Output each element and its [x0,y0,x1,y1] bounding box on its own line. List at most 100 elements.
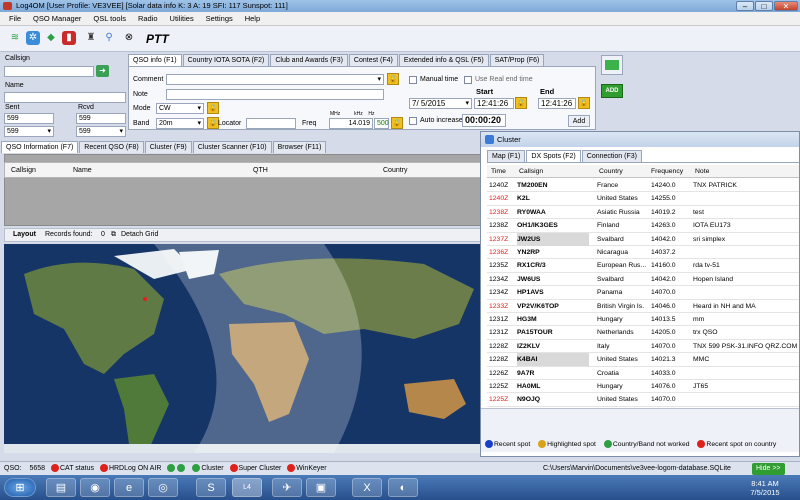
end-time-input[interactable]: 12:41:26 [538,98,576,109]
callsign-input[interactable] [4,66,94,77]
settings-icon[interactable]: ✲ [26,31,40,45]
menu-utilities[interactable]: Utilities [165,12,199,26]
spot-row[interactable]: 1234Z HP1AVS Panama 14070.0 [487,286,799,300]
col-spot-country[interactable]: Country [599,165,623,178]
sent-select[interactable]: 599 [4,126,54,137]
close-button[interactable]: ✕ [774,1,798,11]
radio-icon[interactable]: ♜ [84,31,98,45]
ptt-button[interactable]: PTT [146,31,169,47]
ie-icon[interactable]: e [114,478,144,497]
spot-row[interactable]: 1231Z HG3M Hungary 14013.5 mm [487,313,799,327]
tab-map[interactable]: Map (F1) [487,150,526,162]
menu-qsl-tools[interactable]: QSL tools [88,12,131,26]
satellite-icon[interactable]: ⊗ [122,31,136,45]
note-input[interactable] [166,89,384,100]
band-select[interactable]: 20m [156,118,204,129]
lock-icon[interactable]: 🔒 [387,73,399,85]
col-country[interactable]: Country [383,163,408,179]
tab-contest[interactable]: Contest (F4) [348,54,398,66]
app-icon-3[interactable]: ▣ [306,478,336,497]
sent-input[interactable]: 599 [4,113,54,124]
clock[interactable]: 8:41 AM 7/5/2015 [740,479,790,497]
col-note[interactable]: Note [695,165,709,178]
spot-row[interactable]: 1234Z JW6US Svalbard 14042.0 Hopen Island [487,273,799,287]
comment-input[interactable] [166,74,384,85]
freq-lock-icon[interactable]: 🔒 [391,117,403,129]
tab-sat-prop[interactable]: SAT/Prop (F6) [489,54,545,66]
col-spot-callsign[interactable]: Callsign [519,165,543,178]
mode-select[interactable]: CW [156,103,204,114]
book-icon[interactable]: ▮ [62,31,76,45]
super-cluster-icon[interactable] [229,464,238,473]
layout-label[interactable]: Layout [13,229,36,241]
winkeyer-icon[interactable] [287,464,296,473]
tab-browser[interactable]: Browser (F11) [272,141,327,153]
udp-in-icon[interactable] [167,464,176,473]
tab-qso-info[interactable]: QSO info (F1) [128,54,182,66]
cat-status-icon[interactable] [51,464,59,473]
name-input[interactable] [4,92,126,103]
tab-qso-information[interactable]: QSO Information (F7) [1,141,79,153]
mode-lock-icon[interactable]: 🔒 [207,102,219,114]
menu-file[interactable]: File [4,12,26,26]
udp-out-icon[interactable] [177,464,186,473]
add-button[interactable]: ADD [601,84,623,98]
col-name[interactable]: Name [73,163,92,179]
start-time-input[interactable]: 12:41:26 [474,98,514,109]
col-callsign[interactable]: Callsign [11,163,36,179]
app-icon-4[interactable]: ◐ [388,478,418,497]
spot-row[interactable]: 1235Z RX1CR/3 European Rus... 14160.0 rda tv… [487,259,799,273]
cluster-status-icon[interactable] [192,464,201,473]
cluster-icon[interactable]: ◆ [44,31,58,45]
spot-row[interactable]: 1238Z RY0WAA Asiatic Russia 14019.2 test [487,206,799,220]
antenna-icon[interactable]: ⚲ [102,31,116,45]
rcvd-input[interactable]: 599 [76,113,126,124]
tab-recent-qso[interactable]: Recent QSO (F8) [79,141,144,153]
freq-input[interactable]: 14.019 [329,118,373,129]
col-frequency[interactable]: Frequency [651,165,683,178]
add-small-button[interactable]: Add [568,115,590,127]
spot-row[interactable]: 1228Z K4BAI United States 14021.3 MMC [487,353,799,367]
detach-icon[interactable]: ⧉ [111,229,116,241]
app-icon-2[interactable]: ✈ [272,478,302,497]
firefox-icon[interactable]: ◉ [80,478,110,497]
minimize-button[interactable]: – [736,1,754,11]
menu-radio[interactable]: Radio [133,12,163,26]
tab-connection[interactable]: Connection (F3) [581,150,642,162]
start-lock-icon[interactable]: 🔒 [515,97,527,109]
spot-row[interactable]: 1225Z N9OJQ United States 14070.0 [487,393,799,407]
detach-grid-button[interactable]: Detach Grid [121,229,158,241]
tab-cluster[interactable]: Cluster (F9) [144,141,192,153]
tab-country-iota[interactable]: Country IOTA SOTA (F2) [182,54,270,66]
hide-button[interactable]: Hide >> [752,463,785,475]
tab-club-awards[interactable]: Club and Awards (F3) [270,54,348,66]
auto-increase-checkbox[interactable] [409,117,417,125]
hrdlog-icon[interactable] [99,464,108,473]
manual-time-checkbox[interactable] [409,76,417,84]
start-button[interactable]: ⊞ [4,478,36,497]
spot-row[interactable]: 1240Z K2L United States 14255.0 [487,192,799,206]
date-picker[interactable]: 7/ 5/2015 [409,98,472,109]
maximize-button[interactable]: □ [755,1,773,11]
world-map[interactable] [4,244,482,453]
log4om-taskbar-icon[interactable]: L4 [232,478,262,497]
spot-row[interactable]: 1228Z IZ2KLV Italy 14070.0 TNX 599 PSK-31.IN… [487,340,799,354]
col-qth[interactable]: QTH [253,163,268,179]
chrome-icon[interactable]: ◎ [148,478,178,497]
real-end-time-checkbox[interactable] [464,76,472,84]
tab-extended-qsl[interactable]: Extended info & QSL (F5) [398,54,489,66]
explorer-icon[interactable]: ▤ [46,478,76,497]
tab-cluster-scanner[interactable]: Cluster Scanner (F10) [192,141,272,153]
menu-qso-manager[interactable]: QSO Manager [28,12,86,26]
spot-row[interactable]: 1231Z PA15TOUR Netherlands 14205.0 trx QSO [487,326,799,340]
lookup-icon[interactable]: ➜ [96,65,109,77]
spot-row[interactable]: 1238Z OH1/IK3GES Finland 14263.0 IOTA EU173 [487,219,799,233]
spot-row[interactable]: 1226Z 9A7R Croatia 14033.0 [487,367,799,380]
spot-row[interactable]: 1240Z TM200EN France 14240.0 TNX PATRICK [487,179,799,193]
end-lock-icon[interactable]: 🔒 [578,97,590,109]
col-time[interactable]: Time [491,165,506,178]
rcvd-select[interactable]: 599 [76,126,126,137]
skype-icon[interactable]: S [196,478,226,497]
spot-row[interactable]: 1236Z YN2RP Nicaragua 14037.2 [487,246,799,260]
cluster-title-bar[interactable]: Cluster [481,132,799,147]
